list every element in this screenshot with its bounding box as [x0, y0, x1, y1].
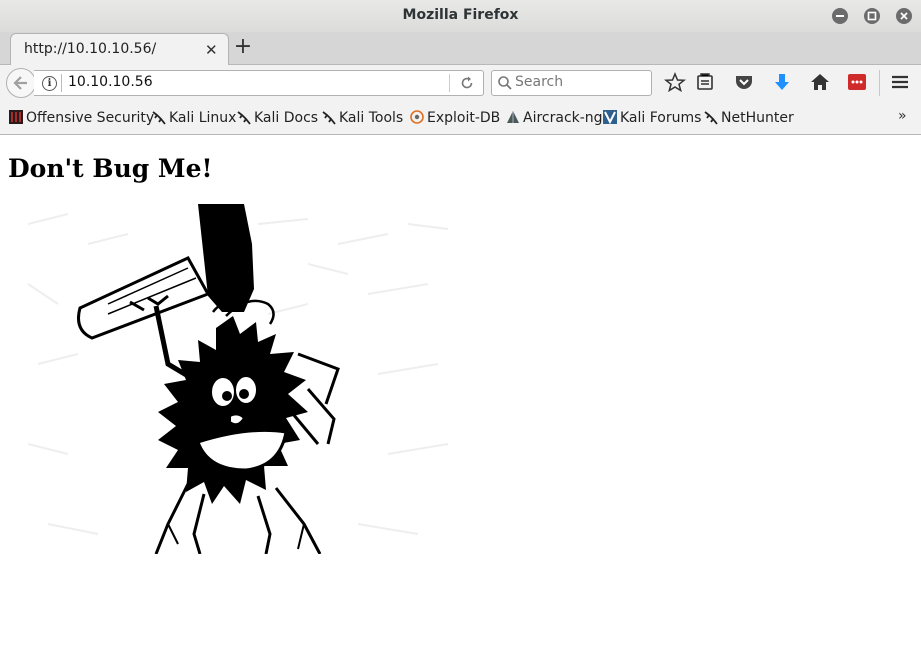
site-info-icon[interactable]: i — [42, 76, 57, 91]
bookmark-kali-linux[interactable]: Kali Linux — [151, 109, 236, 126]
reading-list-icon[interactable] — [695, 72, 717, 92]
reload-icon[interactable] — [458, 74, 476, 92]
kali-dragon-icon — [704, 111, 718, 125]
url-text[interactable]: 10.10.10.56 — [68, 74, 153, 90]
bookmark-kali-docs[interactable]: Kali Docs — [236, 109, 318, 126]
bookmark-kali-tools[interactable]: Kali Tools — [321, 109, 403, 126]
bookmark-label: Kali Tools — [339, 110, 404, 126]
pocket-icon[interactable] — [733, 72, 755, 92]
search-input[interactable]: Search — [491, 70, 652, 96]
back-arrow-icon — [13, 76, 27, 90]
hamburger-menu-icon[interactable] — [889, 72, 911, 92]
bookmark-kali-forums[interactable]: Kali Forums — [602, 109, 701, 126]
search-placeholder: Search — [515, 74, 564, 90]
bookmarks-overflow-button[interactable]: » — [898, 108, 907, 124]
window-titlebar: Mozilla Firefox — [0, 0, 921, 32]
aircrack-icon — [507, 111, 519, 123]
close-window-button[interactable] — [896, 8, 912, 24]
kali-dragon-icon — [322, 111, 336, 125]
download-icon[interactable] — [771, 72, 793, 92]
page-content: Don't Bug Me! — [0, 135, 921, 649]
maximize-button[interactable] — [864, 8, 880, 24]
bookmark-label: Kali Forums — [620, 110, 702, 126]
bookmark-label: Offensive Security — [26, 110, 155, 126]
bookmark-label: Kali Docs — [254, 110, 319, 126]
tab-active[interactable]: http://10.10.10.56/ ✕ — [10, 33, 229, 65]
kali-dragon-icon — [237, 111, 251, 125]
window-title: Mozilla Firefox — [402, 7, 519, 23]
bookmark-label: NetHunter — [721, 110, 794, 126]
back-button[interactable] — [6, 68, 36, 98]
bookmark-label: Kali Linux — [169, 110, 237, 126]
bookmark-aircrack-ng[interactable]: Aircrack-ng — [505, 109, 603, 126]
url-divider — [61, 74, 62, 92]
nav-bar: i 10.10.10.56 Search — [0, 65, 921, 100]
offensive-security-icon — [9, 110, 23, 124]
addon-icon[interactable] — [846, 72, 868, 92]
bookmark-star-icon[interactable] — [664, 72, 686, 92]
search-icon — [498, 76, 512, 90]
bookmark-offensive-security[interactable]: Offensive Security — [8, 109, 154, 126]
kali-dragon-icon — [152, 111, 166, 125]
toolbar-divider — [879, 70, 880, 96]
page-heading: Don't Bug Me! — [8, 154, 213, 183]
kali-forums-icon — [603, 110, 617, 125]
new-tab-button[interactable]: + — [233, 36, 253, 58]
tab-bar: http://10.10.10.56/ ✕ — [0, 32, 921, 65]
url-divider-right — [449, 74, 450, 92]
bookmark-label: Exploit-DB — [427, 110, 501, 126]
minimize-button[interactable] — [832, 8, 848, 24]
exploit-db-icon — [410, 110, 424, 124]
bookmark-label: Aircrack-ng — [523, 110, 603, 126]
bookmark-exploit-db[interactable]: Exploit-DB — [409, 109, 500, 126]
home-icon[interactable] — [809, 72, 831, 92]
tab-title: http://10.10.10.56/ — [24, 41, 157, 57]
bookmarks-toolbar: Offensive Security Kali Linux Kali Docs … — [0, 100, 921, 135]
url-bar[interactable]: i 10.10.10.56 — [34, 70, 484, 96]
bug-image — [27, 204, 449, 554]
bookmark-nethunter[interactable]: NetHunter — [703, 109, 794, 126]
close-tab-icon[interactable]: ✕ — [205, 41, 218, 59]
